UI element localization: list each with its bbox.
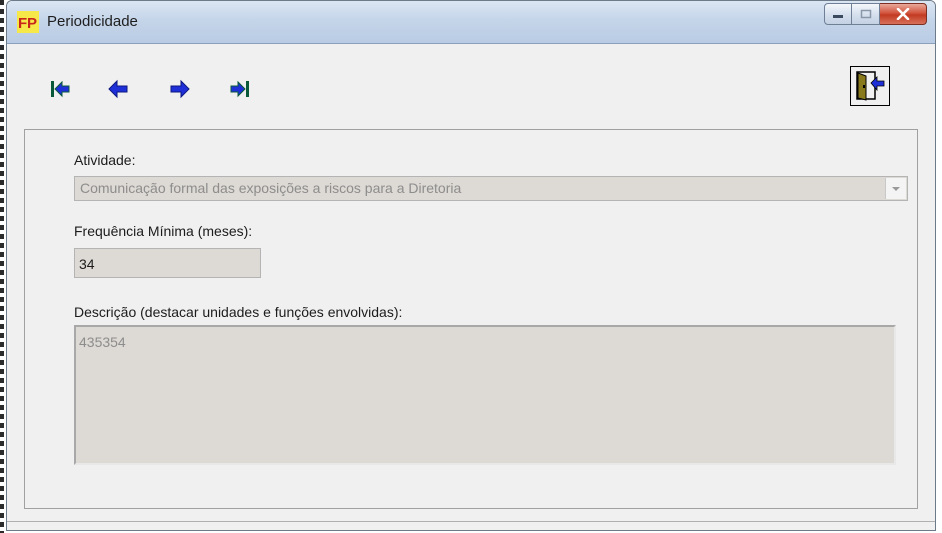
first-record-button[interactable] — [47, 76, 73, 102]
close-icon — [896, 8, 910, 20]
fp-app-icon: F P — [17, 11, 39, 33]
chevron-down-icon — [892, 186, 900, 191]
window-title: Periodicidade — [47, 13, 138, 30]
next-record-icon — [170, 79, 190, 99]
minimize-button[interactable] — [824, 3, 852, 25]
background-window-edge — [0, 0, 4, 533]
description-textarea[interactable]: 435354 — [74, 325, 896, 465]
window-controls — [824, 3, 927, 25]
activity-select-value: Comunicação formal das exposições a risc… — [80, 180, 462, 196]
previous-record-icon — [108, 79, 128, 99]
frequency-label: Frequência Mínima (meses): — [74, 223, 253, 239]
last-record-button[interactable] — [227, 76, 253, 102]
maximize-icon — [860, 9, 871, 19]
window-bottom-divider — [7, 521, 935, 522]
navigation-toolbar — [7, 44, 935, 116]
description-label: Descrição (destacar unidades e funções e… — [74, 304, 403, 320]
first-record-icon — [51, 80, 70, 98]
exit-door-icon — [856, 71, 885, 101]
exit-button[interactable] — [850, 66, 890, 106]
close-button[interactable] — [880, 3, 927, 25]
minimize-icon — [833, 15, 843, 18]
dropdown-arrow-button[interactable] — [885, 178, 906, 199]
last-record-icon — [230, 80, 249, 98]
form-panel: Atividade: Comunicação formal das exposi… — [24, 129, 918, 509]
activity-label: Atividade: — [74, 152, 136, 168]
title-bar[interactable]: F P Periodicidade — [7, 1, 935, 44]
activity-select[interactable]: Comunicação formal das exposições a risc… — [74, 176, 908, 201]
frequency-field[interactable]: 34 — [74, 248, 261, 278]
svg-text:P: P — [27, 15, 37, 32]
periodicidade-window: F P Periodicidade Atividade: Comunicação… — [6, 0, 936, 531]
svg-text:F: F — [18, 15, 27, 32]
previous-record-button[interactable] — [105, 76, 131, 102]
next-record-button[interactable] — [167, 76, 193, 102]
maximize-button[interactable] — [852, 3, 880, 25]
